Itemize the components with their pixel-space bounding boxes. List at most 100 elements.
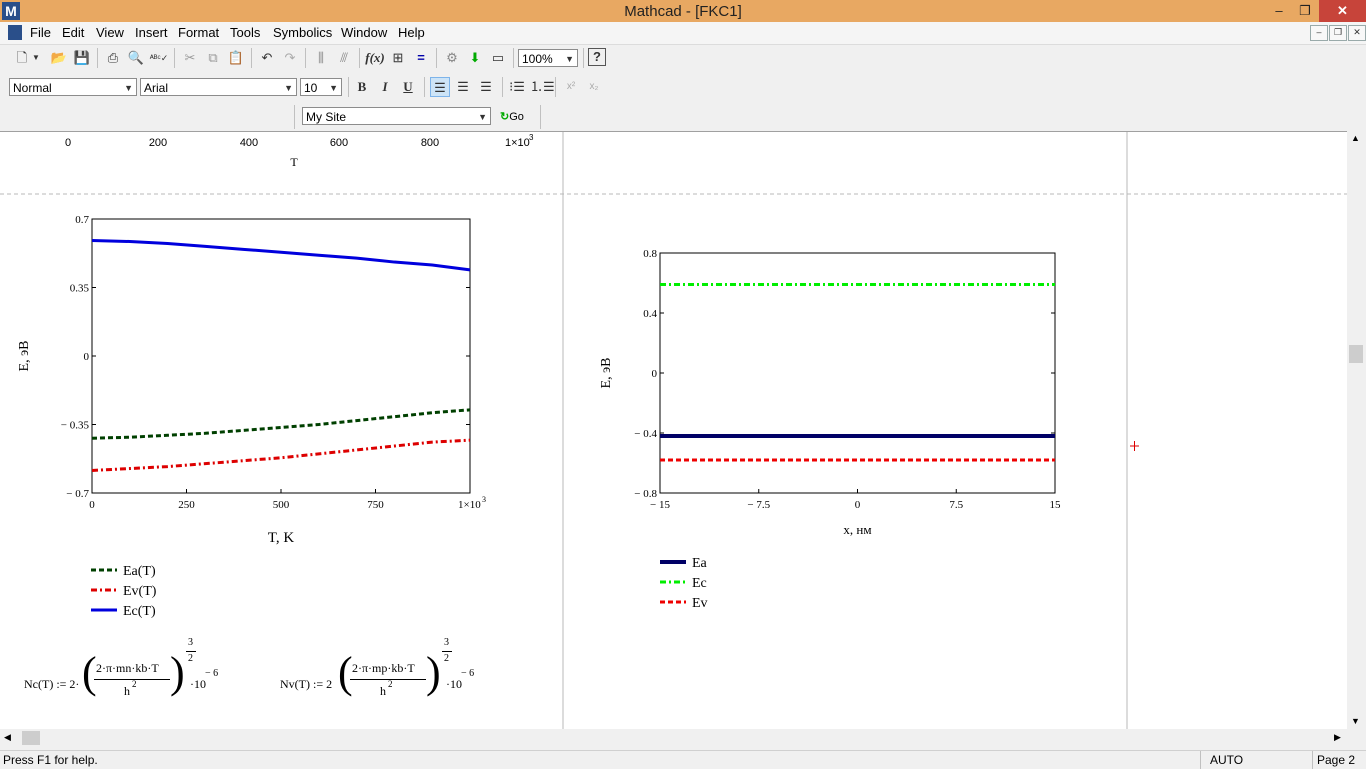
legend-label: Ev [692,596,708,611]
font-size-select[interactable]: 10 ▼ [300,78,342,96]
insert-component-icon[interactable]: ⚙ [442,48,462,68]
font-select[interactable]: Arial ▼ [140,78,297,96]
x-tick-label: 7.5 [949,499,963,511]
x-tick-label: 250 [178,499,195,511]
formula-nc[interactable]: Nc(T) := 2· ( 2·π·mn·kb·T h 2 ) 3 2 ·10 … [24,637,244,717]
horizontal-scroll-thumb[interactable] [22,731,40,745]
doc-restore-icon[interactable]: ❐ [1329,25,1347,41]
align-across-icon[interactable]: ⫼ [311,48,331,68]
bullets-icon[interactable]: ⁝☰ [507,77,527,97]
paste-icon[interactable]: 📋 [226,48,246,68]
restore-icon[interactable]: ❐ [1292,0,1318,22]
undo-icon[interactable]: ↶ [257,48,277,68]
top-axis-tick-label: 200 [149,137,167,149]
save-icon[interactable]: 💾 [72,48,92,68]
help-icon[interactable]: ? [588,48,606,66]
doc-close-icon[interactable]: ✕ [1348,25,1366,41]
menu-bar: File Edit View Insert Format Tools Symbo… [0,22,1366,45]
top-axis-tick-label: 800 [421,137,439,149]
italic-button[interactable]: I [375,77,395,97]
worksheet[interactable]: 0 200 400 600 800 1×10 3 T 0.7 0.35 0− 0.35− 0.7 0… [0,131,1347,730]
top-axis-tick-exponent: 3 [529,133,534,142]
page-indicator: Page 2 [1317,753,1356,767]
chevron-down-icon: ▼ [478,112,487,122]
legend-label: Ec(T) [123,604,156,619]
x-axis-label: T, K [268,530,295,546]
menu-format[interactable]: Format [178,25,219,40]
calculate-icon[interactable]: = [411,48,431,68]
vertical-scroll-thumb[interactable] [1349,345,1363,363]
go-arrow-icon: ↻ [500,111,510,123]
bold-button[interactable]: B [352,77,372,97]
plot-energy-vs-temperature[interactable]: 0.70.350− 0.35− 0.70 250 500 750 1×10 3T, KE,… [17,214,486,619]
x-tick-label: 15 [1050,499,1062,511]
status-bar: Press F1 for help. AUTO Page 2 [0,750,1366,769]
open-icon[interactable]: 📂 [49,48,69,68]
menu-file[interactable]: File [30,25,51,40]
horizontal-scrollbar[interactable]: ◀ ▶ [0,729,1347,748]
scroll-up-icon[interactable]: ▲ [1351,133,1360,143]
document-icon[interactable] [8,25,22,40]
plot-energy-vs-position[interactable]: 0.80.40− 0.4− 0.8− 15− 7.5 0 7.5 15x, нмE, … [599,248,1061,611]
chevron-down-icon: ▼ [284,83,293,93]
top-axis-tick-label: 1×10 [505,137,530,149]
y-tick-label: 0.7 [75,214,89,226]
align-down-icon[interactable]: ⫻ [334,48,354,68]
minimize-icon[interactable]: ‒ [1266,0,1292,22]
formula-nv[interactable]: Nv(T) := 2 ( 2·π·mp·kb·T h 2 ) 3 2 ·10 −… [280,637,500,717]
doc-minimize-icon[interactable]: ‒ [1310,25,1328,41]
align-right-icon[interactable]: ☰ [476,77,496,97]
formatting-toolbar: Normal ▼ Arial ▼ 10 ▼ B I U ☰ ☰ ☰ ⁝☰ ⒈☰ x² … [0,73,1366,101]
resources-icon[interactable]: ⬇ [465,48,485,68]
superscript-icon[interactable]: x² [561,77,581,97]
y-tick-label: − 0.4 [634,428,657,440]
menu-symbolics[interactable]: Symbolics [273,25,332,40]
x-tick-label: 0 [89,499,95,511]
scroll-down-icon[interactable]: ▼ [1351,716,1360,726]
legend-label: Ev(T) [123,584,157,599]
spell-check-icon[interactable]: ᴬᴮᶜ✓ [149,48,169,68]
copy-icon[interactable]: ⧉ [203,48,223,68]
scroll-left-icon[interactable]: ◀ [4,732,11,743]
crosshair-cursor-icon [1130,441,1139,451]
calc-mode-indicator: AUTO [1210,753,1244,767]
url-select[interactable]: My Site ▼ [302,107,491,125]
menu-view[interactable]: View [96,25,124,40]
y-tick-label: 0 [84,351,90,363]
chevron-down-icon: ▼ [329,83,338,93]
menu-edit[interactable]: Edit [62,25,84,40]
menu-window[interactable]: Window [341,25,387,40]
print-icon[interactable]: ⎙ [103,48,123,68]
cut-icon[interactable]: ✂ [180,48,200,68]
style-select[interactable]: Normal ▼ [9,78,137,96]
previous-plot-axis: 0 200 400 600 800 1×10 3 T [65,133,534,169]
menu-tools[interactable]: Tools [230,25,260,40]
new-dropdown-icon[interactable]: ▼ [30,48,42,68]
chevron-down-icon: ▼ [124,83,133,93]
menu-insert[interactable]: Insert [135,25,168,40]
window-title: Mathcad - [FKC1] [624,3,742,20]
align-center-icon[interactable]: ☰ [453,77,473,97]
scroll-right-icon[interactable]: ▶ [1334,732,1341,743]
new-icon[interactable]: 🗋 [12,48,32,68]
close-icon[interactable]: ✕ [1319,0,1366,22]
subscript-icon[interactable]: x₂ [584,77,604,97]
menu-help[interactable]: Help [398,25,425,40]
x-tick-exponent: 3 [482,495,486,504]
x-tick-label: 0 [855,499,861,511]
y-tick-label: 0.35 [70,283,90,295]
align-left-icon[interactable]: ☰ [430,77,450,97]
numbering-icon[interactable]: ⒈☰ [530,77,555,97]
y-axis-label: E, эВ [17,341,32,372]
insert-unit-icon[interactable]: ⊞ [388,48,408,68]
status-help-text: Press F1 for help. [3,753,98,767]
vertical-scrollbar[interactable]: ▲ ▼ [1347,131,1366,729]
window-icon[interactable]: ▭ [488,48,508,68]
underline-button[interactable]: U [398,77,418,97]
top-axis-tick-label: 600 [330,137,348,149]
go-button[interactable]: ↻Go [500,110,524,123]
zoom-select[interactable]: 100% ▼ [518,49,578,67]
insert-function-icon[interactable]: f(x) [365,48,385,68]
redo-icon[interactable]: ↷ [280,48,300,68]
print-preview-icon[interactable]: 🔍 [126,48,146,68]
